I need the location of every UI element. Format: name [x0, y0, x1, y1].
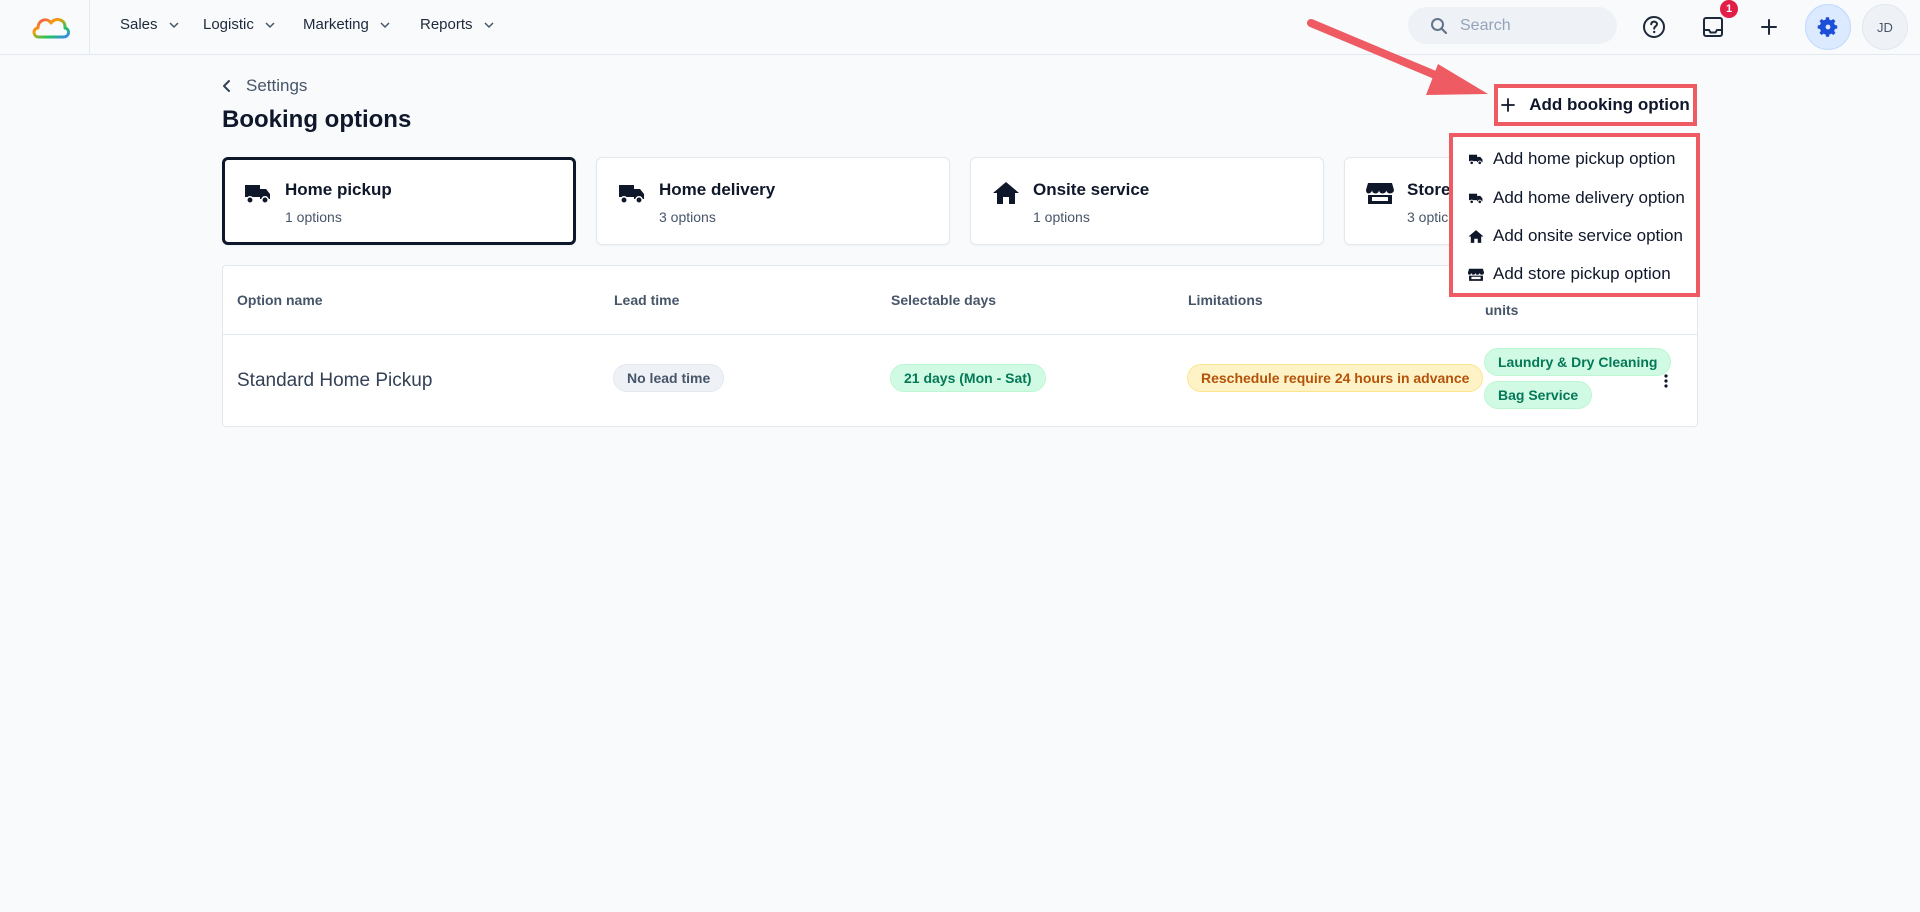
store-icon: [1467, 268, 1485, 281]
card-subtitle: 1 options: [1033, 209, 1090, 225]
card-subtitle: 1 options: [285, 209, 342, 225]
card-subtitle: 3 options: [659, 209, 716, 225]
chevron-left-icon: [223, 80, 230, 92]
unit-badge: Bag Service: [1484, 381, 1593, 409]
nav-sales[interactable]: Sales: [120, 16, 180, 33]
menu-item-add-home-pickup[interactable]: Add home pickup option: [1467, 145, 1675, 173]
settings-button[interactable]: [1805, 4, 1851, 50]
add-booking-option-label: Add booking option: [1529, 95, 1690, 114]
store-icon: [1366, 183, 1394, 204]
breadcrumb[interactable]: Settings: [222, 76, 307, 96]
menu-item-add-onsite-service[interactable]: Add onsite service option: [1467, 222, 1683, 250]
add-booking-option-button[interactable]: Add booking option: [1494, 84, 1697, 126]
plus-icon: [1761, 19, 1777, 35]
top-navbar: Sales Logistic Marketing Reports 1 JD: [0, 0, 1920, 55]
menu-item-add-home-delivery[interactable]: Add home delivery option: [1467, 184, 1685, 212]
nav-marketing[interactable]: Marketing: [303, 16, 391, 33]
search-box[interactable]: [1408, 7, 1617, 44]
lead-time-badge: No lead time: [613, 364, 725, 392]
menu-item-label: Add onsite service option: [1493, 226, 1683, 245]
nav-logistic[interactable]: Logistic: [203, 16, 276, 33]
inbox-icon: [1703, 17, 1723, 37]
chevron-down-icon: [265, 21, 275, 28]
truck-icon: [619, 185, 644, 204]
menu-item-label: Add store pickup option: [1493, 264, 1671, 283]
search-icon: [1431, 17, 1448, 34]
table-header-divider: [223, 334, 1697, 335]
column-header: Selectable days: [891, 292, 997, 308]
nav-marketing-label: Marketing: [303, 16, 369, 33]
card-title: Home pickup: [285, 180, 392, 199]
row-actions-button[interactable]: [1658, 371, 1674, 391]
kebab-menu-icon: [1664, 374, 1668, 388]
card-title: Home delivery: [659, 180, 776, 199]
add-option-dropdown: Add home pickup option Add home delivery…: [1449, 133, 1700, 297]
home-icon: [1468, 229, 1484, 243]
page-title: Booking options: [222, 106, 412, 133]
card-onsite-service[interactable]: Onsite service 1 options: [970, 157, 1324, 245]
truck-icon: [1469, 154, 1483, 165]
card-subtitle: 3 optic: [1407, 209, 1449, 225]
menu-item-label: Add home delivery option: [1493, 188, 1685, 207]
selectable-days-badge: 21 days (Mon - Sat): [890, 364, 1046, 392]
add-new-button[interactable]: [1752, 10, 1786, 44]
help-icon: [1643, 16, 1665, 38]
card-home-pickup[interactable]: Home pickup 1 options: [222, 157, 576, 245]
card-title: Onsite service: [1033, 180, 1150, 199]
limitation-badge: Reschedule require 24 hours in advance: [1187, 364, 1484, 392]
gear-icon: [1817, 17, 1838, 37]
help-button[interactable]: [1637, 10, 1671, 44]
nav-reports-label: Reports: [420, 16, 473, 33]
card-title: Store: [1407, 180, 1451, 199]
search-input[interactable]: [1460, 16, 1610, 35]
truck-icon: [245, 185, 270, 204]
menu-item-label: Add home pickup option: [1493, 149, 1676, 168]
avatar[interactable]: JD: [1862, 4, 1908, 50]
notification-badge: 1: [1720, 0, 1738, 18]
unit-badge: Laundry & Dry Cleaning: [1484, 348, 1672, 376]
breadcrumb-label: Settings: [246, 76, 308, 95]
truck-icon: [1469, 193, 1483, 204]
chevron-down-icon: [484, 21, 494, 28]
nav-reports[interactable]: Reports: [420, 16, 495, 33]
chevron-down-icon: [169, 21, 179, 28]
logo-divider: [89, 0, 90, 54]
column-header: Lead time: [614, 292, 680, 308]
app-logo-icon[interactable]: [30, 10, 72, 44]
column-header: Limitations: [1188, 292, 1263, 308]
home-icon: [993, 182, 1019, 204]
nav-logistic-label: Logistic: [203, 16, 254, 33]
card-home-delivery[interactable]: Home delivery 3 options: [596, 157, 950, 245]
nav-sales-label: Sales: [120, 16, 158, 33]
column-header: Option name: [237, 292, 323, 308]
option-name: Standard Home Pickup: [237, 370, 433, 391]
plus-icon: [1501, 98, 1516, 112]
column-header: units: [1485, 302, 1519, 318]
chevron-down-icon: [380, 21, 390, 28]
menu-item-add-store-pickup[interactable]: Add store pickup option: [1467, 260, 1671, 288]
